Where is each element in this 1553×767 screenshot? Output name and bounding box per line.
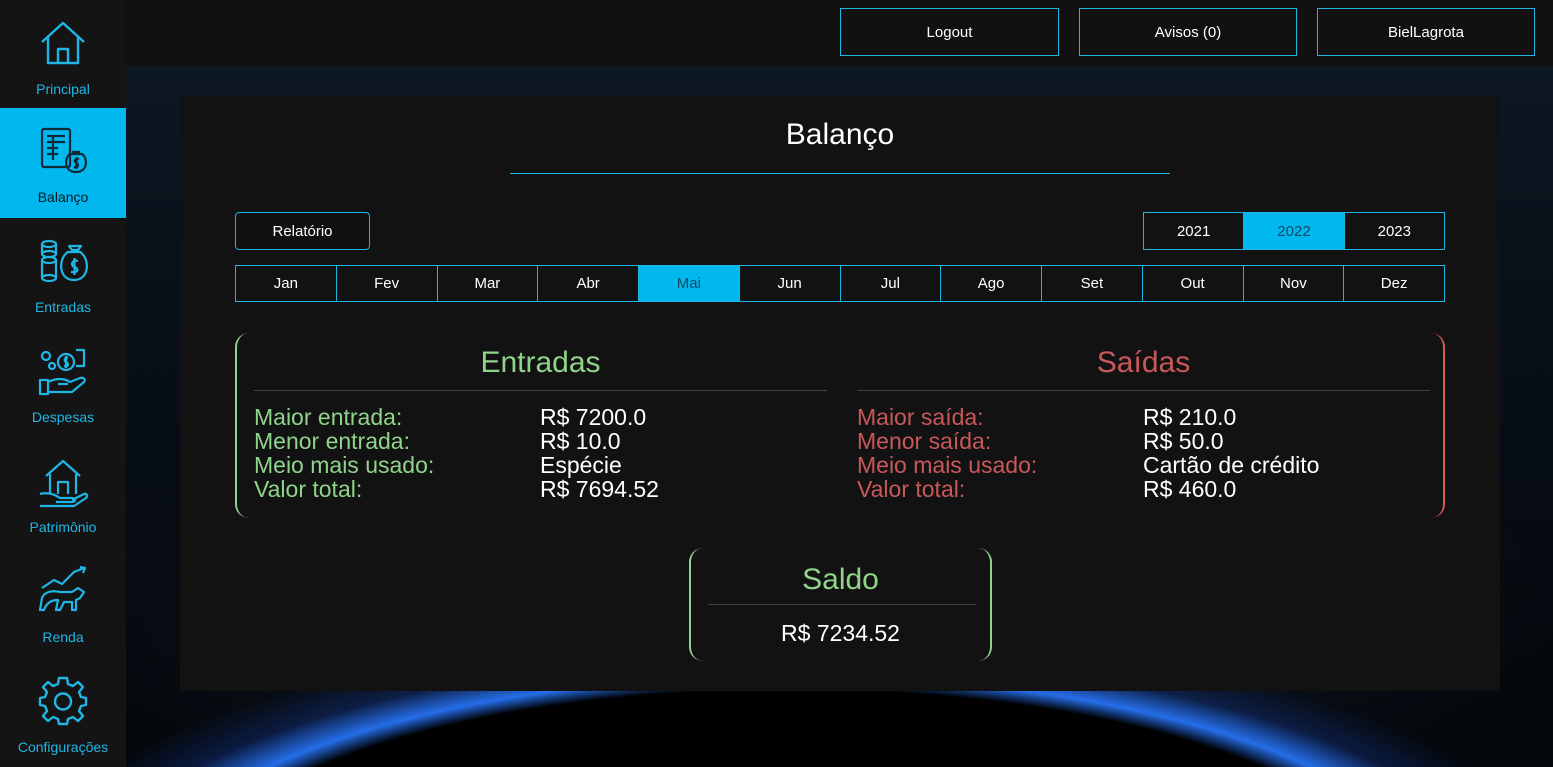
logout-button[interactable]: Logout	[840, 8, 1059, 56]
year-selector: 2021 2022 2023	[1143, 212, 1445, 250]
expense-row-label: Maior saída:	[857, 404, 984, 430]
year-option[interactable]: 2023	[1345, 213, 1444, 249]
income-row-value: R$ 7200.0	[540, 404, 647, 430]
year-option[interactable]: 2021	[1144, 213, 1245, 249]
expense-row: Menor saída: R$ 50.0	[857, 429, 1430, 453]
expense-row-label: Valor total:	[857, 476, 966, 502]
sidebar-item-label: Patrimônio	[29, 519, 97, 535]
income-row-value: R$ 7694.52	[540, 476, 659, 502]
year-option-selected[interactable]: 2022	[1244, 213, 1345, 249]
expense-row: Maior saída: R$ 210.0	[857, 405, 1430, 429]
month-option[interactable]: Set	[1042, 266, 1143, 301]
balance-divider	[708, 604, 976, 605]
page-title: Balanço	[785, 118, 895, 151]
sidebar-item-principal[interactable]: Principal	[0, 0, 126, 110]
sidebar-item-balanco[interactable]: Balanço	[0, 108, 126, 218]
sidebar-item-label: Entradas	[34, 299, 92, 315]
month-option[interactable]: Ago	[941, 266, 1042, 301]
top-bar: Logout Avisos (0) BielLagrota	[126, 0, 1553, 66]
sidebar-item-label: Balanço	[37, 189, 89, 205]
expense-title: Saídas	[1096, 346, 1191, 379]
sidebar-item-label: Principal	[36, 81, 90, 97]
income-row: Menor entrada: R$ 10.0	[254, 429, 827, 453]
month-option[interactable]: Fev	[337, 266, 438, 301]
balance-title: Saldo	[802, 563, 879, 596]
month-option[interactable]: Out	[1143, 266, 1244, 301]
sidebar-item-label: Configurações	[17, 739, 109, 755]
title-divider	[510, 173, 1170, 174]
sidebar-item-entradas[interactable]: Entradas	[0, 218, 126, 328]
income-row: Meio mais usado: Espécie	[254, 453, 827, 477]
month-option[interactable]: Nov	[1244, 266, 1345, 301]
balance-panel: Balanço Relatório 2021 2022 2023 Jan Fev…	[180, 96, 1500, 691]
spreadsheet-money-bag-icon	[36, 124, 90, 183]
expense-divider	[857, 390, 1430, 391]
income-column: Entradas Maior entrada: R$ 7200.0 Menor …	[254, 333, 827, 518]
sidebar-item-renda[interactable]: Renda	[0, 548, 126, 658]
report-button[interactable]: Relatório	[235, 212, 370, 250]
sidebar-item-patrimonio[interactable]: Patrimônio	[0, 438, 126, 548]
income-title: Entradas	[480, 346, 601, 379]
income-row-label: Menor entrada:	[254, 428, 410, 454]
expense-row-value: R$ 210.0	[1143, 404, 1237, 430]
user-menu-button[interactable]: BielLagrota	[1317, 8, 1535, 56]
bull-chart-icon	[36, 564, 90, 623]
income-row-label: Maior entrada:	[254, 404, 403, 430]
gear-icon	[36, 674, 90, 733]
expense-row-value: R$ 460.0	[1143, 476, 1237, 502]
expense-row-value: Cartão de crédito	[1143, 452, 1320, 478]
balance-value: R$ 7234.52	[781, 620, 900, 646]
expense-row: Meio mais usado: Cartão de crédito	[857, 453, 1430, 477]
income-row-label: Meio mais usado:	[254, 452, 435, 478]
expense-row-value: R$ 50.0	[1143, 428, 1224, 454]
income-row: Maior entrada: R$ 7200.0	[254, 405, 827, 429]
month-option-selected[interactable]: Mai	[639, 266, 740, 301]
balance-card: Saldo R$ 7234.52	[689, 548, 992, 661]
expense-row-label: Meio mais usado:	[857, 452, 1038, 478]
expense-row-label: Menor saída:	[857, 428, 992, 454]
sidebar-item-configuracoes[interactable]: Configurações	[0, 658, 126, 767]
month-option[interactable]: Mar	[438, 266, 539, 301]
expense-row: Valor total: R$ 460.0	[857, 477, 1430, 501]
month-option[interactable]: Jun	[740, 266, 841, 301]
sidebar: Principal Balanço Entradas Despesas Patr…	[0, 0, 126, 767]
income-divider	[254, 390, 827, 391]
coins-money-bag-icon	[36, 234, 90, 293]
income-row-label: Valor total:	[254, 476, 363, 502]
house-icon	[36, 16, 90, 75]
month-option[interactable]: Abr	[538, 266, 639, 301]
sidebar-item-despesas[interactable]: Despesas	[0, 328, 126, 438]
income-row-value: Espécie	[540, 452, 622, 478]
month-option[interactable]: Dez	[1344, 266, 1444, 301]
hand-coins-icon	[36, 344, 90, 403]
notifications-button[interactable]: Avisos (0)	[1079, 8, 1297, 56]
month-selector: Jan Fev Mar Abr Mai Jun Jul Ago Set Out …	[235, 265, 1445, 302]
hand-house-icon	[36, 454, 90, 513]
expense-column: Saídas Maior saída: R$ 210.0 Menor saída…	[857, 333, 1430, 518]
summary-card: Entradas Maior entrada: R$ 7200.0 Menor …	[235, 333, 1445, 518]
month-option[interactable]: Jan	[236, 266, 337, 301]
income-row-value: R$ 10.0	[540, 428, 621, 454]
sidebar-item-label: Despesas	[31, 409, 95, 425]
income-row: Valor total: R$ 7694.52	[254, 477, 827, 501]
month-option[interactable]: Jul	[841, 266, 942, 301]
sidebar-item-label: Renda	[42, 629, 84, 645]
